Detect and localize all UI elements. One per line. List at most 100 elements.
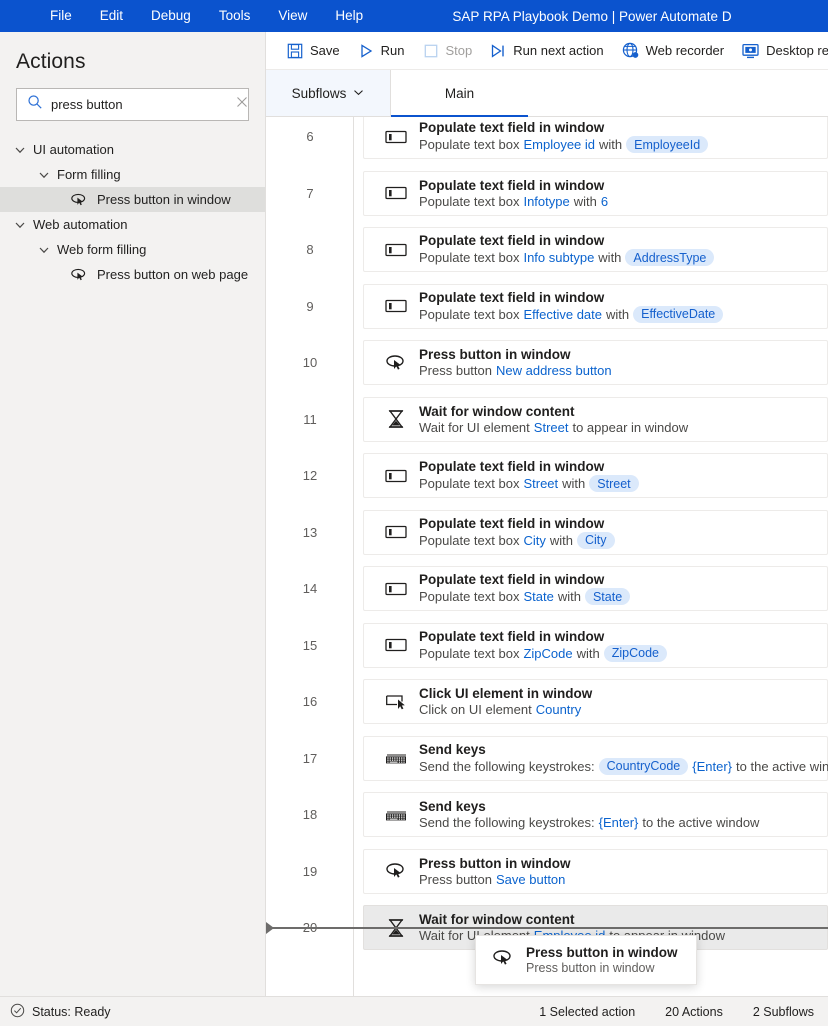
chevron-down-icon[interactable]	[14, 219, 26, 231]
action-row[interactable]: Press button in window Press button Save b…	[363, 848, 828, 894]
tree-item-ui-automation[interactable]: UI automation	[0, 137, 265, 162]
action-row-description: Populate text box City with City	[419, 531, 615, 549]
action-row[interactable]: Wait for window contentWait for UI eleme…	[363, 396, 828, 442]
variable-pill[interactable]: CountryCode	[598, 757, 689, 775]
power-automate-desktop-window: File Edit Debug Tools View Help SAP RPA Playb…	[0, 0, 828, 1026]
action-row-title: Wait for window content	[419, 912, 575, 927]
search-input[interactable]	[51, 97, 227, 112]
tab-main[interactable]: Main	[391, 70, 528, 117]
action-row[interactable]: Populate text field in window Populate te…	[363, 509, 828, 555]
variable-pill[interactable]: Street	[589, 475, 639, 492]
action-row-title: Press button in window	[419, 855, 571, 871]
action-row-text: Click UI element in window Click on UI el…	[419, 686, 592, 717]
description-text: Click on UI element	[419, 702, 532, 717]
tree-item-label: UI automation	[33, 142, 114, 157]
action-row-description: Populate text box Employee id with Employee…	[419, 136, 709, 153]
action-row-title: Populate text field in window	[419, 628, 605, 644]
run-next-action-button[interactable]: Run next action	[481, 36, 612, 66]
tree-item-web-form-filling[interactable]: Web form filling	[0, 237, 265, 262]
textbox-icon	[385, 298, 407, 314]
parameter-link[interactable]: City	[523, 533, 545, 548]
description-text: Press button	[419, 871, 492, 887]
action-row-text: Populate text field in window Populate te…	[419, 516, 615, 549]
tree-item-web-automation[interactable]: Web automation	[0, 212, 265, 237]
close-icon[interactable]	[235, 95, 249, 114]
save-button[interactable]: Save	[278, 36, 349, 66]
variable-pill[interactable]: EffectiveDate	[633, 305, 724, 323]
action-row[interactable]: Populate text field in window Populate te…	[363, 566, 828, 611]
tree-item-press-button-in-window[interactable]: Press button in window	[0, 187, 265, 212]
parameter-link[interactable]: 6	[601, 194, 608, 209]
tree-item-form-filling[interactable]: Form filling	[0, 162, 265, 187]
textbox-icon	[385, 185, 407, 201]
action-row[interactable]: Press button in window Press button New ad…	[363, 340, 828, 385]
tab-subflows[interactable]: Subflows	[266, 70, 391, 116]
flow-canvas[interactable]: 6 Populate text field in window Populate t…	[266, 117, 828, 996]
action-row[interactable]: Populate text field in window Populate te…	[363, 227, 828, 272]
tab-subflows-label: Subflows	[291, 85, 347, 101]
menu-item-edit[interactable]: Edit	[86, 0, 137, 32]
action-row[interactable]: Populate text field in window Populate te…	[363, 622, 828, 668]
parameter-link[interactable]: Employee id	[523, 137, 595, 152]
tree-item-press-button-on-web-page[interactable]: Press button on web page	[0, 262, 265, 287]
variable-pill[interactable]: AddressType	[625, 249, 715, 266]
action-row[interactable]: Send keys Send the following keystrokes: C…	[363, 735, 828, 781]
parameter-link[interactable]: ZipCode	[523, 646, 572, 661]
action-row[interactable]: Populate text field in window Populate te…	[363, 283, 828, 329]
search-container	[0, 88, 265, 133]
action-row[interactable]: Populate text field in window Populate te…	[363, 453, 828, 498]
description-text: with	[573, 193, 597, 209]
desktop-recorder-button[interactable]: Desktop recorder	[733, 36, 828, 66]
parameter-link[interactable]: Info subtype	[523, 250, 594, 265]
menu-item-help[interactable]: Help	[321, 0, 377, 32]
row-number: 10	[302, 355, 318, 370]
parameter-link[interactable]: Infotype	[523, 194, 569, 209]
toolbar-button-label: Run	[380, 43, 405, 58]
status-left-group: Status: Ready	[10, 1003, 111, 1021]
menu-bar: File Edit Debug Tools View Help SAP RPA Playb…	[0, 0, 828, 32]
parameter-link[interactable]: Street	[523, 476, 558, 491]
toolbar-button-label: Desktop recorder	[766, 43, 828, 58]
actions-search-box[interactable]	[16, 88, 249, 121]
parameter-link[interactable]: Save button	[496, 872, 565, 887]
action-row-title: Send keys	[419, 741, 486, 757]
actions-count: 20 Actions	[665, 1004, 723, 1019]
chevron-down-icon[interactable]	[38, 169, 50, 181]
parameter-link[interactable]: Country	[536, 702, 582, 717]
row-number: 9	[306, 298, 314, 314]
run-button[interactable]: Run	[349, 36, 414, 66]
parameter-link[interactable]: Street	[534, 420, 569, 435]
variable-pill[interactable]: ZipCode	[603, 644, 667, 662]
action-row[interactable]: Click UI element in window Click on UI el…	[363, 679, 828, 724]
action-row-description: Wait for UI element Street to appear in wi…	[419, 420, 688, 435]
action-row[interactable]: Send keys Send the following keystrokes: {…	[363, 792, 828, 837]
web-recorder-button[interactable]: Web recorder	[613, 36, 734, 66]
variable-pill[interactable]: EmployeeId	[626, 136, 709, 153]
check-circle-icon	[10, 1003, 25, 1021]
press-button-icon	[492, 948, 514, 973]
parameter-link[interactable]: New address button	[496, 363, 612, 378]
menu-item-tools[interactable]: Tools	[205, 0, 265, 32]
toolbar-button-label: Web recorder	[645, 43, 725, 58]
chevron-down-icon[interactable]	[14, 144, 26, 156]
action-row[interactable]: Populate text field in window Populate te…	[363, 117, 828, 159]
description-text: with	[557, 589, 581, 604]
chevron-down-icon[interactable]	[38, 244, 50, 256]
parameter-link[interactable]: {Enter}	[599, 815, 639, 830]
parameter-link[interactable]: Effective date	[523, 307, 602, 322]
status-text: Status: Ready	[32, 1004, 111, 1019]
stop-icon	[423, 43, 439, 59]
menu-item-view[interactable]: View	[264, 0, 321, 32]
action-row[interactable]: Populate text field in window Populate te…	[363, 170, 828, 216]
parameter-link[interactable]: State	[523, 589, 553, 604]
menu-item-file[interactable]: File	[36, 0, 86, 32]
action-row-description: Populate text box Info subtype with Address…	[419, 249, 715, 266]
menu-item-debug[interactable]: Debug	[137, 0, 205, 32]
variable-pill[interactable]: State	[584, 588, 631, 605]
drag-ghost-title: Press button in window	[526, 945, 678, 960]
variable-pill[interactable]: City	[576, 531, 615, 549]
parameter-link[interactable]: {Enter}	[692, 759, 732, 774]
action-row-title: Populate text field in window	[419, 572, 605, 587]
tree-item-label: Form filling	[57, 167, 121, 182]
tree-item-label: Press button in window	[97, 192, 231, 207]
